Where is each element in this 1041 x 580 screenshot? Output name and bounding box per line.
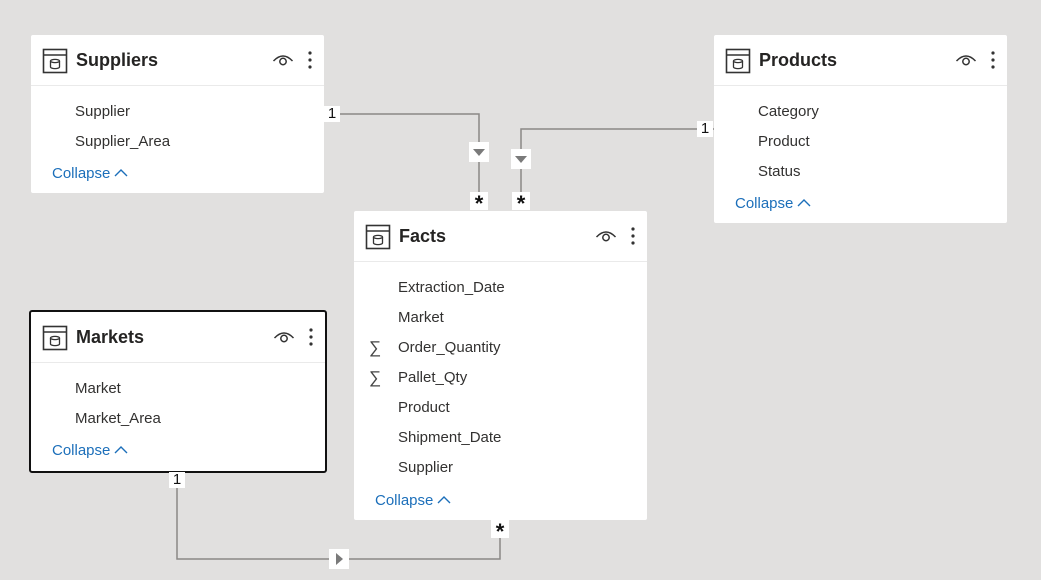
sigma-icon: ∑: [369, 338, 382, 357]
field-item[interactable]: ∑ Pallet_Qty: [354, 366, 647, 396]
field-name: Supplier: [75, 103, 131, 120]
cardinality-one-badge-suppliers: 1: [324, 106, 340, 122]
cardinality-one-badge-markets: 1: [169, 472, 185, 488]
field-name: Product: [398, 399, 450, 416]
field-item[interactable]: Market: [354, 306, 647, 336]
table-title: Markets: [76, 327, 145, 347]
field-item[interactable]: Product: [714, 130, 1007, 160]
relationship-line-suppliers-facts: [324, 113, 480, 210]
field-list: Supplier Supplier_Area: [31, 86, 324, 160]
table-icon: [42, 325, 68, 351]
table-header[interactable]: Products: [714, 35, 1007, 86]
field-list: Extraction_Date Market ∑ Order_Quantity ∑…: [354, 262, 647, 486]
field-list: Category Product Status: [714, 86, 1007, 190]
table-title: Facts: [399, 226, 447, 246]
field-name: Status: [758, 163, 801, 180]
eye-icon[interactable]: [272, 52, 294, 68]
field-item[interactable]: Market: [31, 377, 325, 407]
chevron-up-icon: [114, 446, 128, 454]
chevron-up-icon: [797, 199, 811, 207]
table-card-markets[interactable]: Markets Market Market_Area Collapse: [29, 310, 327, 473]
field-item[interactable]: Market_Area: [31, 407, 325, 437]
table-title: Products: [759, 50, 838, 70]
field-item[interactable]: Shipment_Date: [354, 426, 647, 456]
table-header[interactable]: Markets: [31, 312, 325, 363]
field-list: Market Market_Area: [31, 363, 325, 437]
collapse-link[interactable]: Collapse: [375, 492, 451, 509]
table-icon: [365, 224, 391, 250]
cardinality-many-badge-products: *: [512, 192, 530, 216]
collapse-link[interactable]: Collapse: [52, 442, 128, 459]
field-name: Market_Area: [75, 410, 161, 427]
field-name: Supplier_Area: [75, 133, 171, 150]
filter-direction-down-icon[interactable]: [469, 142, 489, 162]
eye-icon[interactable]: [955, 52, 977, 68]
more-options-icon[interactable]: [989, 50, 997, 70]
eye-icon[interactable]: [595, 228, 617, 244]
collapse-label: Collapse: [375, 492, 434, 509]
cardinality-many-badge-markets: *: [491, 520, 509, 544]
table-header[interactable]: Suppliers: [31, 35, 324, 86]
more-options-icon[interactable]: [306, 50, 314, 70]
collapse-label: Collapse: [52, 442, 111, 459]
filter-direction-down-icon[interactable]: [511, 149, 531, 169]
field-name: Extraction_Date: [398, 279, 505, 296]
table-card-products[interactable]: Products Category Product Status Collaps…: [714, 35, 1007, 223]
field-item[interactable]: Extraction_Date: [354, 276, 647, 306]
field-name: Market: [398, 309, 444, 326]
table-card-suppliers[interactable]: Suppliers Supplier Supplier_Area Collaps…: [31, 35, 324, 193]
collapse-link[interactable]: Collapse: [735, 195, 811, 212]
cardinality-one-badge-products: 1: [697, 121, 713, 137]
field-name: Shipment_Date: [398, 429, 502, 446]
chevron-up-icon: [437, 496, 451, 504]
field-name: Product: [758, 133, 810, 150]
table-title: Suppliers: [76, 50, 159, 70]
field-item[interactable]: ∑ Order_Quantity: [354, 336, 647, 366]
filter-direction-right-icon[interactable]: [329, 549, 349, 569]
field-item[interactable]: Supplier: [31, 100, 324, 130]
field-name: Order_Quantity: [398, 339, 501, 356]
more-options-icon[interactable]: [629, 226, 637, 246]
more-options-icon[interactable]: [307, 327, 315, 347]
model-canvas[interactable]: Suppliers Supplier Supplier_Area Collaps…: [0, 0, 1041, 580]
table-card-facts[interactable]: Facts Extraction_Date Market ∑ Order_Quan…: [354, 211, 647, 520]
table-icon: [725, 48, 751, 74]
field-item[interactable]: Supplier_Area: [31, 130, 324, 160]
collapse-label: Collapse: [52, 165, 111, 182]
cardinality-many-badge-suppliers: *: [470, 192, 488, 216]
field-name: Market: [75, 380, 121, 397]
table-icon: [42, 48, 68, 74]
table-header[interactable]: Facts: [354, 211, 647, 262]
field-item[interactable]: Category: [714, 100, 1007, 130]
relationship-line-products-facts: [520, 128, 714, 210]
collapse-label: Collapse: [735, 195, 794, 212]
eye-icon[interactable]: [273, 329, 295, 345]
field-name: Category: [758, 103, 819, 120]
collapse-link[interactable]: Collapse: [52, 165, 128, 182]
sigma-icon: ∑: [369, 368, 382, 387]
field-item[interactable]: Supplier: [354, 456, 647, 486]
field-item[interactable]: Status: [714, 160, 1007, 190]
field-name: Supplier: [398, 459, 454, 476]
field-item[interactable]: Product: [354, 396, 647, 426]
chevron-up-icon: [114, 169, 128, 177]
field-name: Pallet_Qty: [398, 369, 468, 386]
